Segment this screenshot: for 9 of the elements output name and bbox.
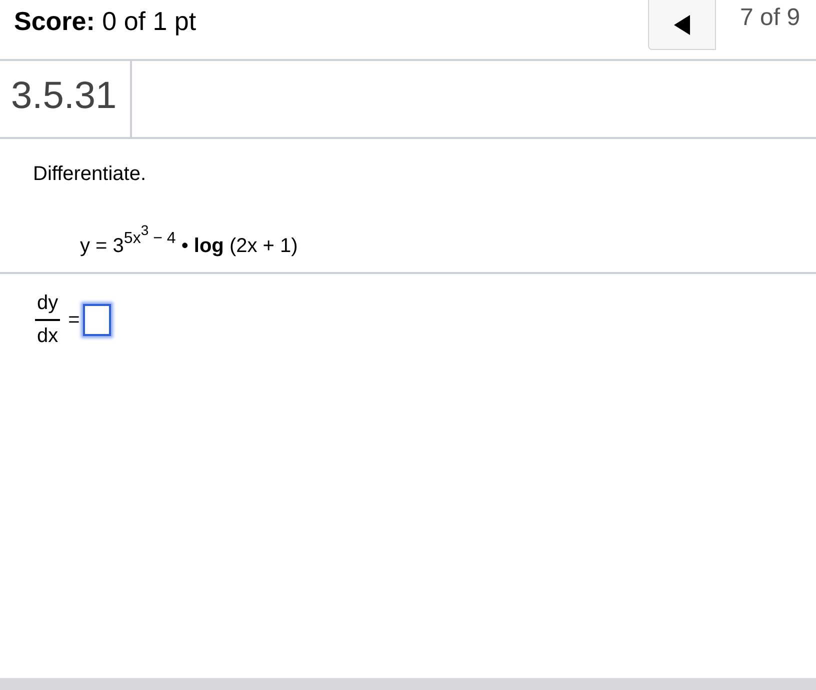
derivative-fraction: dy dx — [35, 292, 60, 348]
equals-sign: = — [68, 308, 80, 332]
score-text: Score: 0 of 1 pt — [13, 5, 196, 37]
left-triangle-icon — [674, 14, 690, 34]
previous-button[interactable] — [648, 0, 716, 50]
instruction-text: Differentiate. — [33, 163, 148, 186]
question-position: 7 of 9 — [739, 3, 802, 32]
problem-number: 3.5.31 — [0, 61, 132, 137]
answer-box[interactable] — [82, 304, 111, 336]
